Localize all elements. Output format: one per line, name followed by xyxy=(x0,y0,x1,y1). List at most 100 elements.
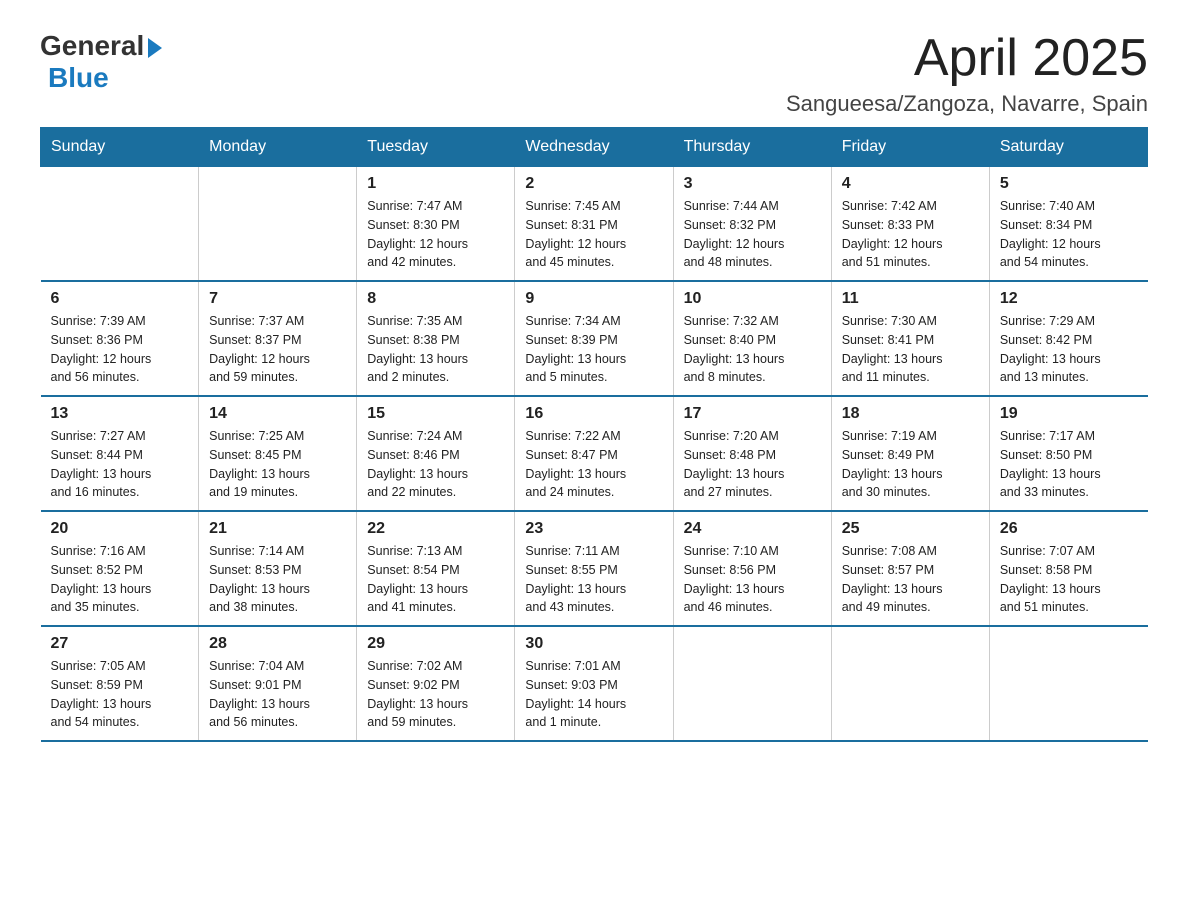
calendar-table: SundayMondayTuesdayWednesdayThursdayFrid… xyxy=(40,127,1148,742)
calendar-week-row: 20 Sunrise: 7:16 AM Sunset: 8:52 PM Dayli… xyxy=(41,511,1148,626)
day-info: Sunrise: 7:07 AM Sunset: 8:58 PM Dayligh… xyxy=(1000,542,1138,617)
day-info: Sunrise: 7:10 AM Sunset: 8:56 PM Dayligh… xyxy=(684,542,821,617)
calendar-cell: 27 Sunrise: 7:05 AM Sunset: 8:59 PM Dayli… xyxy=(41,626,199,741)
calendar-cell: 13 Sunrise: 7:27 AM Sunset: 8:44 PM Dayli… xyxy=(41,396,199,511)
calendar-cell: 21 Sunrise: 7:14 AM Sunset: 8:53 PM Dayli… xyxy=(199,511,357,626)
day-info: Sunrise: 7:45 AM Sunset: 8:31 PM Dayligh… xyxy=(525,197,662,272)
day-info: Sunrise: 7:16 AM Sunset: 8:52 PM Dayligh… xyxy=(51,542,189,617)
weekday-header-sunday: Sunday xyxy=(41,128,199,167)
day-info: Sunrise: 7:30 AM Sunset: 8:41 PM Dayligh… xyxy=(842,312,979,387)
day-info: Sunrise: 7:05 AM Sunset: 8:59 PM Dayligh… xyxy=(51,657,189,732)
day-info: Sunrise: 7:29 AM Sunset: 8:42 PM Dayligh… xyxy=(1000,312,1138,387)
day-number: 8 xyxy=(367,290,504,308)
day-info: Sunrise: 7:40 AM Sunset: 8:34 PM Dayligh… xyxy=(1000,197,1138,272)
calendar-cell: 3 Sunrise: 7:44 AM Sunset: 8:32 PM Daylig… xyxy=(673,167,831,282)
calendar-cell xyxy=(989,626,1147,741)
calendar-cell: 12 Sunrise: 7:29 AM Sunset: 8:42 PM Dayli… xyxy=(989,281,1147,396)
day-number: 24 xyxy=(684,520,821,538)
calendar-cell xyxy=(199,167,357,282)
day-number: 5 xyxy=(1000,175,1138,193)
day-number: 25 xyxy=(842,520,979,538)
weekday-header-row: SundayMondayTuesdayWednesdayThursdayFrid… xyxy=(41,128,1148,167)
day-info: Sunrise: 7:22 AM Sunset: 8:47 PM Dayligh… xyxy=(525,427,662,502)
day-number: 2 xyxy=(525,175,662,193)
weekday-header-friday: Friday xyxy=(831,128,989,167)
weekday-header-tuesday: Tuesday xyxy=(357,128,515,167)
calendar-cell: 2 Sunrise: 7:45 AM Sunset: 8:31 PM Daylig… xyxy=(515,167,673,282)
weekday-header-monday: Monday xyxy=(199,128,357,167)
page-header: General Blue April 2025 Sangueesa/Zangoz… xyxy=(40,30,1148,117)
day-info: Sunrise: 7:11 AM Sunset: 8:55 PM Dayligh… xyxy=(525,542,662,617)
calendar-week-row: 27 Sunrise: 7:05 AM Sunset: 8:59 PM Dayli… xyxy=(41,626,1148,741)
day-info: Sunrise: 7:32 AM Sunset: 8:40 PM Dayligh… xyxy=(684,312,821,387)
day-number: 23 xyxy=(525,520,662,538)
day-number: 21 xyxy=(209,520,346,538)
calendar-cell: 4Sunrise: 7:42 AM Sunset: 8:33 PM Daylig… xyxy=(831,167,989,282)
calendar-cell: 14 Sunrise: 7:25 AM Sunset: 8:45 PM Dayli… xyxy=(199,396,357,511)
day-number: 7 xyxy=(209,290,346,308)
day-number: 27 xyxy=(51,635,189,653)
day-info: Sunrise: 7:13 AM Sunset: 8:54 PM Dayligh… xyxy=(367,542,504,617)
day-number: 20 xyxy=(51,520,189,538)
day-number: 13 xyxy=(51,405,189,423)
weekday-header-thursday: Thursday xyxy=(673,128,831,167)
calendar-cell: 8Sunrise: 7:35 AM Sunset: 8:38 PM Daylig… xyxy=(357,281,515,396)
day-number: 11 xyxy=(842,290,979,308)
calendar-cell: 26 Sunrise: 7:07 AM Sunset: 8:58 PM Dayli… xyxy=(989,511,1147,626)
day-info: Sunrise: 7:44 AM Sunset: 8:32 PM Dayligh… xyxy=(684,197,821,272)
day-info: Sunrise: 7:39 AM Sunset: 8:36 PM Dayligh… xyxy=(51,312,189,387)
day-number: 12 xyxy=(1000,290,1138,308)
day-info: Sunrise: 7:27 AM Sunset: 8:44 PM Dayligh… xyxy=(51,427,189,502)
day-number: 26 xyxy=(1000,520,1138,538)
day-number: 28 xyxy=(209,635,346,653)
day-number: 19 xyxy=(1000,405,1138,423)
day-info: Sunrise: 7:14 AM Sunset: 8:53 PM Dayligh… xyxy=(209,542,346,617)
calendar-week-row: 13 Sunrise: 7:27 AM Sunset: 8:44 PM Dayli… xyxy=(41,396,1148,511)
title-section: April 2025 Sangueesa/Zangoza, Navarre, S… xyxy=(786,30,1148,117)
day-number: 18 xyxy=(842,405,979,423)
day-info: Sunrise: 7:19 AM Sunset: 8:49 PM Dayligh… xyxy=(842,427,979,502)
day-number: 1 xyxy=(367,175,504,193)
day-info: Sunrise: 7:47 AM Sunset: 8:30 PM Dayligh… xyxy=(367,197,504,272)
day-info: Sunrise: 7:08 AM Sunset: 8:57 PM Dayligh… xyxy=(842,542,979,617)
calendar-cell xyxy=(41,167,199,282)
calendar-cell: 28 Sunrise: 7:04 AM Sunset: 9:01 PM Dayli… xyxy=(199,626,357,741)
weekday-header-saturday: Saturday xyxy=(989,128,1147,167)
calendar-cell xyxy=(673,626,831,741)
calendar-cell: 5 Sunrise: 7:40 AM Sunset: 8:34 PM Daylig… xyxy=(989,167,1147,282)
day-number: 30 xyxy=(525,635,662,653)
day-number: 3 xyxy=(684,175,821,193)
calendar-cell xyxy=(831,626,989,741)
calendar-cell: 15 Sunrise: 7:24 AM Sunset: 8:46 PM Dayli… xyxy=(357,396,515,511)
calendar-cell: 6 Sunrise: 7:39 AM Sunset: 8:36 PM Daylig… xyxy=(41,281,199,396)
logo-general-text: General xyxy=(40,30,144,62)
calendar-cell: 11 Sunrise: 7:30 AM Sunset: 8:41 PM Dayli… xyxy=(831,281,989,396)
calendar-cell: 20 Sunrise: 7:16 AM Sunset: 8:52 PM Dayli… xyxy=(41,511,199,626)
day-info: Sunrise: 7:02 AM Sunset: 9:02 PM Dayligh… xyxy=(367,657,504,732)
calendar-week-row: 6 Sunrise: 7:39 AM Sunset: 8:36 PM Daylig… xyxy=(41,281,1148,396)
day-info: Sunrise: 7:34 AM Sunset: 8:39 PM Dayligh… xyxy=(525,312,662,387)
location-title: Sangueesa/Zangoza, Navarre, Spain xyxy=(786,91,1148,117)
calendar-cell: 1 Sunrise: 7:47 AM Sunset: 8:30 PM Daylig… xyxy=(357,167,515,282)
calendar-cell: 19Sunrise: 7:17 AM Sunset: 8:50 PM Dayli… xyxy=(989,396,1147,511)
day-number: 29 xyxy=(367,635,504,653)
month-title: April 2025 xyxy=(786,30,1148,87)
calendar-cell: 23 Sunrise: 7:11 AM Sunset: 8:55 PM Dayli… xyxy=(515,511,673,626)
day-number: 16 xyxy=(525,405,662,423)
day-number: 22 xyxy=(367,520,504,538)
day-number: 15 xyxy=(367,405,504,423)
logo: General Blue xyxy=(40,30,162,94)
calendar-cell: 17Sunrise: 7:20 AM Sunset: 8:48 PM Dayli… xyxy=(673,396,831,511)
calendar-cell: 7 Sunrise: 7:37 AM Sunset: 8:37 PM Daylig… xyxy=(199,281,357,396)
day-info: Sunrise: 7:25 AM Sunset: 8:45 PM Dayligh… xyxy=(209,427,346,502)
day-number: 14 xyxy=(209,405,346,423)
day-number: 9 xyxy=(525,290,662,308)
day-info: Sunrise: 7:04 AM Sunset: 9:01 PM Dayligh… xyxy=(209,657,346,732)
day-info: Sunrise: 7:37 AM Sunset: 8:37 PM Dayligh… xyxy=(209,312,346,387)
calendar-week-row: 1 Sunrise: 7:47 AM Sunset: 8:30 PM Daylig… xyxy=(41,167,1148,282)
day-number: 6 xyxy=(51,290,189,308)
calendar-cell: 18 Sunrise: 7:19 AM Sunset: 8:49 PM Dayli… xyxy=(831,396,989,511)
calendar-cell: 29 Sunrise: 7:02 AM Sunset: 9:02 PM Dayli… xyxy=(357,626,515,741)
day-info: Sunrise: 7:24 AM Sunset: 8:46 PM Dayligh… xyxy=(367,427,504,502)
logo-arrow-icon xyxy=(148,38,162,58)
